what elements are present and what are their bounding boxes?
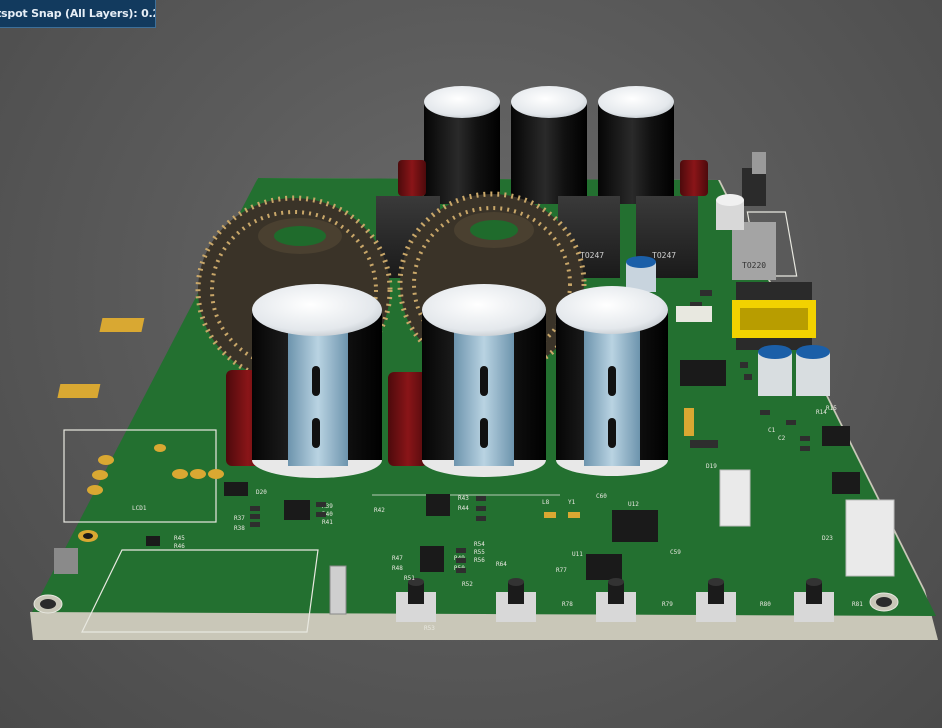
ic-chip[interactable] [426,494,450,516]
designator: L8 [542,499,550,506]
designator: C2 [778,435,786,442]
designator: D23 [822,535,833,542]
designator: R54 [474,541,485,548]
header-pin[interactable] [684,408,694,436]
ic-chip[interactable] [284,500,310,520]
designator: R38 [234,525,245,532]
ic-chip[interactable] [680,360,726,386]
ic-chip[interactable] [420,546,444,572]
designator: U11 [572,551,583,558]
mosfet[interactable] [732,222,776,280]
film-capacitor[interactable] [398,160,426,196]
connector[interactable] [54,548,78,574]
connector[interactable] [845,499,895,577]
designator: C59 [670,549,681,556]
transformer[interactable] [732,282,816,350]
connector[interactable] [719,469,751,527]
designator: R53 [424,625,435,632]
ic-chip[interactable] [146,536,160,546]
designator: R45 [174,535,185,542]
heatsink-tab [752,152,766,174]
mosfet-label: TO247 [580,251,604,260]
ic-chip[interactable] [832,472,860,494]
designator: R37 [234,515,245,522]
designator: D20 [256,489,267,496]
designator: D19 [706,463,717,470]
designator: R56 [474,557,485,564]
electrolytic-capacitor-back-row[interactable] [424,86,674,204]
designator: R78 [562,601,573,608]
designator: R52 [462,581,473,588]
designator: R55 [474,549,485,556]
designator: R15 [826,405,837,412]
designator: LCD1 [132,505,147,512]
designator: R81 [852,601,863,608]
designator: R42 [374,507,385,514]
electrolytic-capacitor-front-row[interactable] [252,284,668,478]
designator: R46 [174,543,185,550]
mosfet-label: TO220 [742,261,766,270]
designator: U12 [628,501,639,508]
designator: R48 [392,565,403,572]
designator: R51 [404,575,415,582]
pcb-3d-viewport[interactable]: TO247 TO247 TO220 LCD1 D20 R37 R38 R39 R… [0,0,942,728]
designator: R77 [556,567,567,574]
ic-chip[interactable] [586,554,622,580]
designator: Y1 [568,499,576,506]
ic-chip[interactable] [612,510,658,542]
designator: C1 [768,427,776,434]
capacitor[interactable] [598,86,674,204]
designator: R43 [458,495,469,502]
capacitor[interactable] [424,86,500,204]
ic-chip[interactable] [822,426,850,446]
film-capacitor[interactable] [680,160,708,196]
capacitor[interactable] [252,284,382,478]
capacitor[interactable] [511,86,587,204]
ic-chip[interactable] [224,482,248,496]
capacitor[interactable] [422,284,546,477]
connector[interactable] [329,565,347,615]
designator: R80 [760,601,771,608]
designator: R47 [392,555,403,562]
designator: R79 [662,601,673,608]
designator: R41 [322,519,333,526]
mosfet-label: TO247 [652,251,676,260]
designator: R64 [496,561,507,568]
designator: R44 [458,505,469,512]
capacitor[interactable] [556,286,668,476]
designator: C60 [596,493,607,500]
